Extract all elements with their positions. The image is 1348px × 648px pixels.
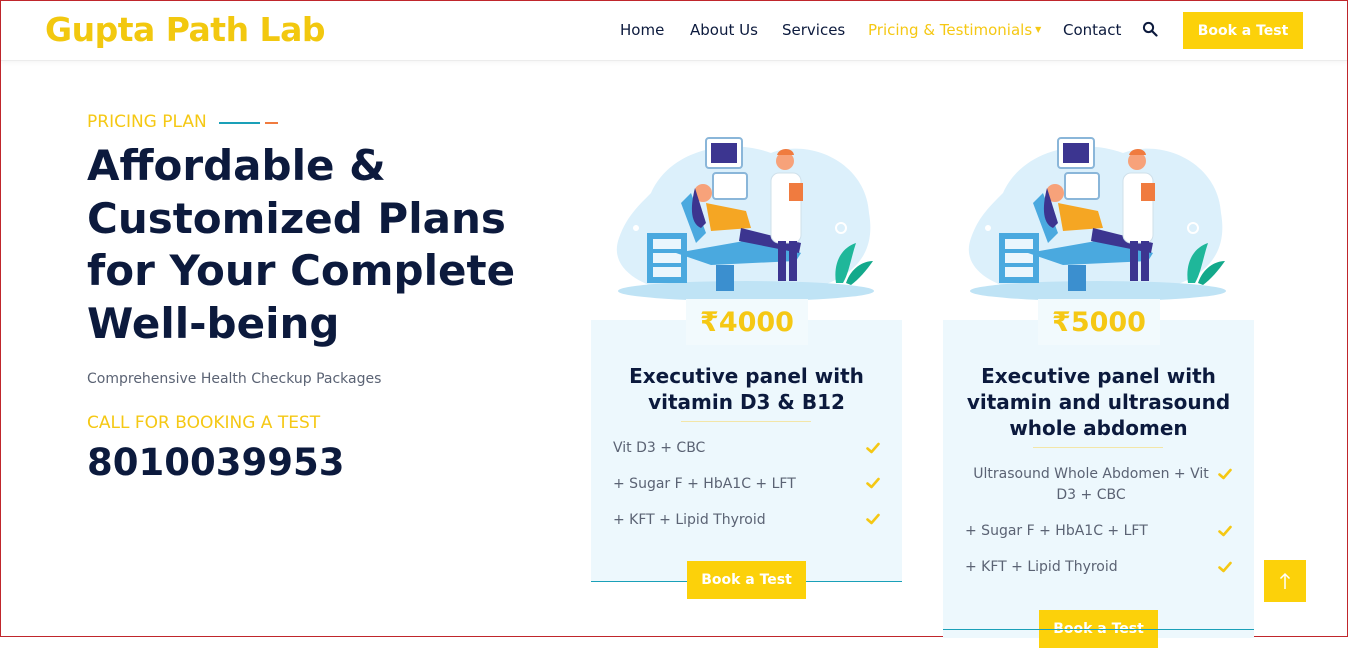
plan-feature: + Sugar F + HbA1C + LFT (613, 476, 796, 492)
chevron-down-icon: ▼ (1035, 25, 1042, 34)
check-icon (1218, 468, 1232, 480)
plan-feature: + KFT + Lipid Thyroid (613, 512, 766, 528)
hero-title: Affordable & Customized Plans for Your C… (87, 141, 516, 348)
pricing-plan-eyebrow: PRICING PLAN (87, 112, 207, 132)
plan-feature: Ultrasound Whole Abdomen + Vit D3 + CBC (973, 466, 1209, 503)
plan-book-test-button[interactable]: Book a Test (687, 561, 806, 599)
plan-feature: + KFT + Lipid Thyroid (965, 559, 1118, 575)
top-navbar: Gupta Path Lab Home About Us Services Pr… (1, 1, 1347, 61)
ultrasound-illustration (616, 137, 874, 301)
nav-services[interactable]: Services (782, 21, 845, 39)
plan-price: ₹4000 (686, 299, 808, 345)
check-icon (1218, 561, 1232, 573)
check-icon (866, 513, 880, 525)
scroll-to-top-button[interactable] (1264, 560, 1306, 602)
plan-title: Executive panel with vitamin and ultraso… (966, 364, 1231, 440)
plan-title: Executive panel with vitamin D3 & B12 (629, 364, 864, 414)
nav-about-us[interactable]: About Us (690, 21, 758, 39)
plan-card-1: ₹4000 Executive panel with vitamin D3 & … (591, 299, 902, 599)
nav-pricing-testimonials[interactable]: Pricing & Testimonials ▼ (868, 21, 1041, 39)
check-icon (866, 442, 880, 454)
plan-feature: + Sugar F + HbA1C + LFT (965, 523, 1148, 539)
nav-home[interactable]: Home (620, 21, 664, 39)
eyebrow-decoration (219, 122, 278, 124)
nav-pricing-label: Pricing & Testimonials (868, 21, 1033, 39)
check-icon (1218, 525, 1232, 537)
call-for-booking-label: CALL FOR BOOKING A TEST (87, 413, 321, 433)
hero-subtitle: Comprehensive Health Checkup Packages (87, 371, 382, 387)
arrow-up-icon (1279, 572, 1291, 589)
brand-logo[interactable]: Gupta Path Lab (45, 10, 325, 49)
title-divider (1033, 447, 1163, 448)
header-book-test-button[interactable]: Book a Test (1183, 12, 1303, 49)
search-icon[interactable] (1142, 21, 1158, 37)
plan-feature: Vit D3 + CBC (613, 440, 706, 456)
check-icon (866, 477, 880, 489)
phone-number[interactable]: 8010039953 (87, 441, 344, 484)
ultrasound-illustration (968, 137, 1226, 301)
plan-price: ₹5000 (1038, 299, 1160, 345)
plan-card-2: ₹5000 Executive panel with vitamin and u… (943, 299, 1254, 648)
card-bottom-line (943, 629, 1254, 630)
title-divider (681, 421, 811, 422)
nav-contact[interactable]: Contact (1063, 21, 1121, 39)
